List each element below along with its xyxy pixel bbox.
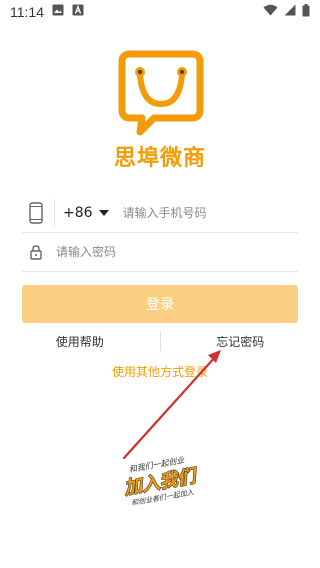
country-code-select[interactable]: +86 xyxy=(63,205,109,221)
phone-divider xyxy=(54,199,55,227)
status-time: 11:14 xyxy=(10,4,44,20)
password-input[interactable] xyxy=(56,237,298,267)
country-code-label: +86 xyxy=(63,205,93,221)
join-us-badge: 和我们一起创业 加入我们 和创业者们一起加入 xyxy=(121,455,201,507)
shopping-bag-chat-icon xyxy=(118,50,204,136)
other-login-link[interactable]: 使用其他方式登录 xyxy=(0,363,320,380)
join-us-main-text: 加入我们 xyxy=(122,465,200,499)
brand-name: 思埠微商 xyxy=(113,146,206,171)
wifi-icon xyxy=(263,4,278,20)
lock-icon xyxy=(22,244,50,260)
phone-input[interactable] xyxy=(122,198,298,228)
join-us-top-text: 和我们一起创业 xyxy=(128,455,186,474)
app-logo xyxy=(118,50,204,136)
join-us-bottom-text: 和创业者们一起加入 xyxy=(131,488,194,507)
text-a-icon xyxy=(72,4,84,20)
status-left: 11:14 xyxy=(10,4,84,20)
image-icon xyxy=(52,4,64,20)
forgot-password-link[interactable]: 忘记密码 xyxy=(161,333,320,350)
battery-icon xyxy=(302,3,310,21)
phone-row: +86 xyxy=(22,194,298,233)
login-button[interactable]: 登录 xyxy=(22,285,298,323)
phone-icon xyxy=(22,202,50,224)
dropdown-triangle-icon xyxy=(98,210,109,216)
help-link[interactable]: 使用帮助 xyxy=(0,333,160,350)
signal-icon xyxy=(284,4,296,20)
status-bar: 11:14 xyxy=(0,0,320,24)
help-links: 使用帮助 忘记密码 xyxy=(0,330,320,352)
status-right xyxy=(263,3,310,21)
password-row xyxy=(22,233,298,272)
